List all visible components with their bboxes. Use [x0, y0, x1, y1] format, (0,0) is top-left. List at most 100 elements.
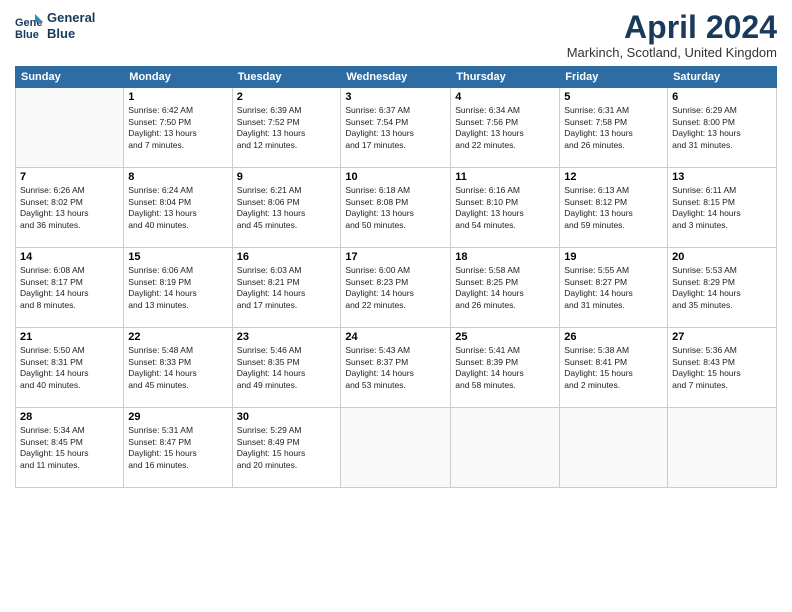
- calendar-cell: 15 Sunrise: 6:06 AM Sunset: 8:19 PM Dayli…: [124, 248, 232, 328]
- calendar-cell: 7 Sunrise: 6:26 AM Sunset: 8:02 PM Daylig…: [16, 168, 124, 248]
- day-number: 9: [237, 171, 337, 183]
- calendar-cell: 28 Sunrise: 5:34 AM Sunset: 8:45 PM Dayli…: [16, 408, 124, 488]
- calendar-cell: 27 Sunrise: 5:36 AM Sunset: 8:43 PM Dayli…: [668, 328, 777, 408]
- calendar-cell: [16, 88, 124, 168]
- calendar-cell: 4Sunrise: 6:34 AM Sunset: 7:56 PM Daylig…: [451, 88, 560, 168]
- day-number: 27: [672, 331, 772, 343]
- day-number: 16: [237, 251, 337, 263]
- day-number: 18: [455, 251, 555, 263]
- day-number: 1: [128, 91, 227, 103]
- day-number: 5: [564, 91, 663, 103]
- day-number: 10: [345, 171, 446, 183]
- calendar: SundayMondayTuesdayWednesdayThursdayFrid…: [15, 66, 777, 488]
- logo-text-line2: Blue: [47, 26, 95, 42]
- calendar-cell: 16 Sunrise: 6:03 AM Sunset: 8:21 PM Dayli…: [232, 248, 341, 328]
- calendar-cell: [341, 408, 451, 488]
- calendar-header-wednesday: Wednesday: [341, 67, 451, 88]
- day-info: Sunrise: 6:29 AM Sunset: 8:00 PM Dayligh…: [672, 105, 772, 151]
- day-info: Sunrise: 6:00 AM Sunset: 8:23 PM Dayligh…: [345, 265, 446, 311]
- day-info: Sunrise: 6:26 AM Sunset: 8:02 PM Dayligh…: [20, 185, 119, 231]
- day-number: 26: [564, 331, 663, 343]
- calendar-cell: 3Sunrise: 6:37 AM Sunset: 7:54 PM Daylig…: [341, 88, 451, 168]
- day-info: Sunrise: 6:03 AM Sunset: 8:21 PM Dayligh…: [237, 265, 337, 311]
- day-number: 8: [128, 171, 227, 183]
- day-number: 7: [20, 171, 119, 183]
- calendar-cell: 5 Sunrise: 6:31 AM Sunset: 7:58 PM Daylig…: [560, 88, 668, 168]
- calendar-week-3: 14Sunrise: 6:08 AM Sunset: 8:17 PM Dayli…: [16, 248, 777, 328]
- calendar-cell: 9Sunrise: 6:21 AM Sunset: 8:06 PM Daylig…: [232, 168, 341, 248]
- day-info: Sunrise: 6:06 AM Sunset: 8:19 PM Dayligh…: [128, 265, 227, 311]
- day-number: 14: [20, 251, 119, 263]
- calendar-cell: 26 Sunrise: 5:38 AM Sunset: 8:41 PM Dayli…: [560, 328, 668, 408]
- day-number: 15: [128, 251, 227, 263]
- day-info: Sunrise: 6:11 AM Sunset: 8:15 PM Dayligh…: [672, 185, 772, 231]
- calendar-cell: 21Sunrise: 5:50 AM Sunset: 8:31 PM Dayli…: [16, 328, 124, 408]
- calendar-header-friday: Friday: [560, 67, 668, 88]
- calendar-cell: 20 Sunrise: 5:53 AM Sunset: 8:29 PM Dayli…: [668, 248, 777, 328]
- day-info: Sunrise: 5:29 AM Sunset: 8:49 PM Dayligh…: [237, 425, 337, 471]
- day-info: Sunrise: 6:37 AM Sunset: 7:54 PM Dayligh…: [345, 105, 446, 151]
- title-block: April 2024 Markinch, Scotland, United Ki…: [567, 10, 777, 60]
- calendar-cell: 12 Sunrise: 6:13 AM Sunset: 8:12 PM Dayli…: [560, 168, 668, 248]
- day-number: 17: [345, 251, 446, 263]
- day-number: 30: [237, 411, 337, 423]
- day-info: Sunrise: 6:16 AM Sunset: 8:10 PM Dayligh…: [455, 185, 555, 231]
- calendar-cell: 23 Sunrise: 5:46 AM Sunset: 8:35 PM Dayli…: [232, 328, 341, 408]
- day-info: Sunrise: 5:38 AM Sunset: 8:41 PM Dayligh…: [564, 345, 663, 391]
- calendar-cell: 8 Sunrise: 6:24 AM Sunset: 8:04 PM Daylig…: [124, 168, 232, 248]
- day-info: Sunrise: 5:58 AM Sunset: 8:25 PM Dayligh…: [455, 265, 555, 311]
- day-info: Sunrise: 6:24 AM Sunset: 8:04 PM Dayligh…: [128, 185, 227, 231]
- day-info: Sunrise: 5:46 AM Sunset: 8:35 PM Dayligh…: [237, 345, 337, 391]
- calendar-cell: [560, 408, 668, 488]
- day-info: Sunrise: 5:36 AM Sunset: 8:43 PM Dayligh…: [672, 345, 772, 391]
- calendar-cell: [451, 408, 560, 488]
- day-info: Sunrise: 5:31 AM Sunset: 8:47 PM Dayligh…: [128, 425, 227, 471]
- month-title: April 2024: [567, 10, 777, 45]
- day-number: 13: [672, 171, 772, 183]
- calendar-cell: 24 Sunrise: 5:43 AM Sunset: 8:37 PM Dayli…: [341, 328, 451, 408]
- day-number: 22: [128, 331, 227, 343]
- calendar-cell: 18 Sunrise: 5:58 AM Sunset: 8:25 PM Dayli…: [451, 248, 560, 328]
- day-info: Sunrise: 5:48 AM Sunset: 8:33 PM Dayligh…: [128, 345, 227, 391]
- calendar-cell: [668, 408, 777, 488]
- day-info: Sunrise: 5:50 AM Sunset: 8:31 PM Dayligh…: [20, 345, 119, 391]
- calendar-cell: 1 Sunrise: 6:42 AM Sunset: 7:50 PM Daylig…: [124, 88, 232, 168]
- calendar-week-2: 7 Sunrise: 6:26 AM Sunset: 8:02 PM Daylig…: [16, 168, 777, 248]
- calendar-header-tuesday: Tuesday: [232, 67, 341, 88]
- calendar-cell: 14Sunrise: 6:08 AM Sunset: 8:17 PM Dayli…: [16, 248, 124, 328]
- calendar-cell: 22 Sunrise: 5:48 AM Sunset: 8:33 PM Dayli…: [124, 328, 232, 408]
- day-info: Sunrise: 6:18 AM Sunset: 8:08 PM Dayligh…: [345, 185, 446, 231]
- calendar-header-saturday: Saturday: [668, 67, 777, 88]
- day-number: 25: [455, 331, 555, 343]
- calendar-cell: 30 Sunrise: 5:29 AM Sunset: 8:49 PM Dayli…: [232, 408, 341, 488]
- calendar-header-row: SundayMondayTuesdayWednesdayThursdayFrid…: [16, 67, 777, 88]
- day-number: 20: [672, 251, 772, 263]
- calendar-cell: 11 Sunrise: 6:16 AM Sunset: 8:10 PM Dayli…: [451, 168, 560, 248]
- day-number: 2: [237, 91, 337, 103]
- calendar-cell: 10 Sunrise: 6:18 AM Sunset: 8:08 PM Dayli…: [341, 168, 451, 248]
- calendar-header-monday: Monday: [124, 67, 232, 88]
- day-number: 28: [20, 411, 119, 423]
- svg-text:Blue: Blue: [15, 29, 39, 40]
- calendar-header-sunday: Sunday: [16, 67, 124, 88]
- day-number: 12: [564, 171, 663, 183]
- day-info: Sunrise: 5:41 AM Sunset: 8:39 PM Dayligh…: [455, 345, 555, 391]
- logo-text-line1: General: [47, 10, 95, 26]
- day-number: 6: [672, 91, 772, 103]
- location: Markinch, Scotland, United Kingdom: [567, 45, 777, 60]
- calendar-cell: 19Sunrise: 5:55 AM Sunset: 8:27 PM Dayli…: [560, 248, 668, 328]
- calendar-cell: 6 Sunrise: 6:29 AM Sunset: 8:00 PM Daylig…: [668, 88, 777, 168]
- day-info: Sunrise: 6:31 AM Sunset: 7:58 PM Dayligh…: [564, 105, 663, 151]
- day-number: 24: [345, 331, 446, 343]
- day-info: Sunrise: 6:42 AM Sunset: 7:50 PM Dayligh…: [128, 105, 227, 151]
- day-number: 23: [237, 331, 337, 343]
- day-info: Sunrise: 5:34 AM Sunset: 8:45 PM Dayligh…: [20, 425, 119, 471]
- calendar-header-thursday: Thursday: [451, 67, 560, 88]
- day-number: 11: [455, 171, 555, 183]
- calendar-cell: 17 Sunrise: 6:00 AM Sunset: 8:23 PM Dayli…: [341, 248, 451, 328]
- logo-icon: General Blue: [15, 12, 43, 40]
- day-info: Sunrise: 6:13 AM Sunset: 8:12 PM Dayligh…: [564, 185, 663, 231]
- calendar-cell: 29Sunrise: 5:31 AM Sunset: 8:47 PM Dayli…: [124, 408, 232, 488]
- day-info: Sunrise: 5:53 AM Sunset: 8:29 PM Dayligh…: [672, 265, 772, 311]
- day-info: Sunrise: 5:43 AM Sunset: 8:37 PM Dayligh…: [345, 345, 446, 391]
